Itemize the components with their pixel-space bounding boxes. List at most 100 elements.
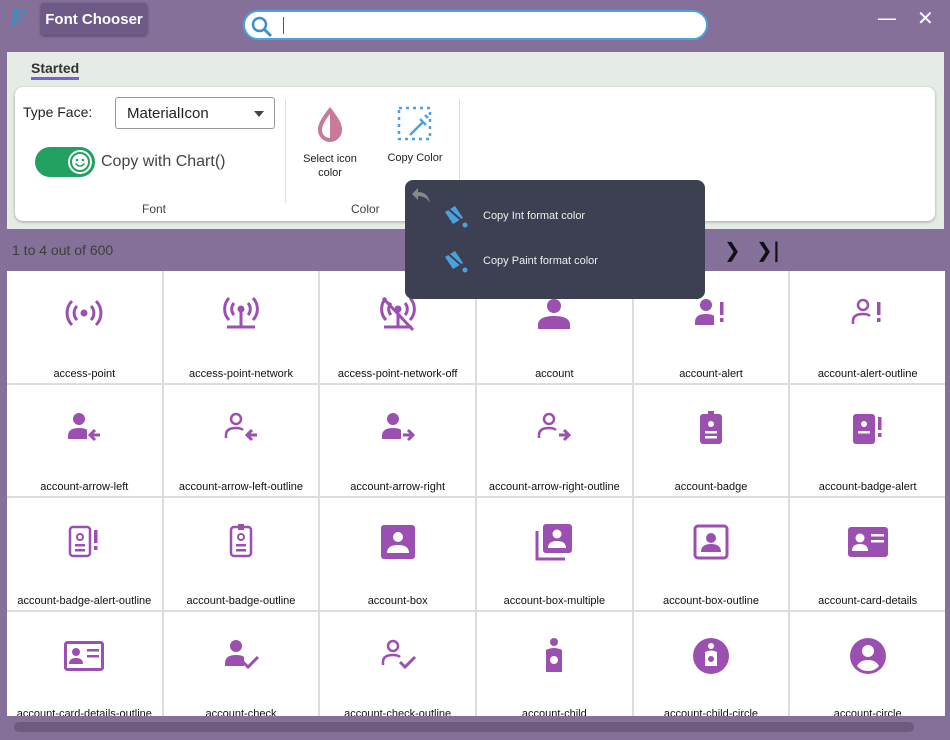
divider bbox=[285, 99, 286, 203]
icon-cell[interactable]: account-check bbox=[163, 611, 319, 716]
account-arrow-right-outline-icon bbox=[538, 412, 572, 441]
account-alert-icon bbox=[694, 299, 724, 325]
icon-cell[interactable]: account-circle bbox=[790, 611, 945, 716]
account-badge-alert-outline-icon bbox=[69, 525, 98, 558]
icon-cell[interactable]: access-point-network bbox=[163, 271, 319, 383]
icon-name: account-box-multiple bbox=[503, 594, 606, 607]
icon-cell[interactable]: account-arrow-left-outline bbox=[163, 384, 319, 496]
icon-name: access-point bbox=[53, 367, 116, 380]
account-card-details-icon bbox=[847, 527, 888, 557]
account-child-circle-icon bbox=[692, 637, 729, 674]
icon-name: account-badge-outline bbox=[186, 594, 296, 607]
copy-color-menu: Copy Int format color Copy Paint format … bbox=[405, 180, 705, 299]
icon-name: account-card-details-outline bbox=[16, 708, 152, 716]
select-icon-color-button[interactable]: Select icon color bbox=[295, 105, 365, 180]
smiley-icon bbox=[68, 150, 92, 174]
font-chooser-button[interactable]: Font Chooser bbox=[41, 3, 147, 35]
menu-item-copy-int[interactable]: Copy Int format color bbox=[441, 202, 585, 230]
chevron-down-icon bbox=[254, 111, 264, 122]
paint-bucket-icon bbox=[443, 249, 468, 273]
icon-cell[interactable]: access-point bbox=[7, 271, 162, 383]
color-drop-icon bbox=[317, 107, 343, 142]
icon-cell[interactable]: account-child-circle bbox=[633, 611, 789, 716]
icon-name: account bbox=[535, 367, 574, 380]
menu-item-copy-paint[interactable]: Copy Paint format color bbox=[441, 247, 598, 275]
icon-name: account-badge-alert-outline bbox=[17, 594, 152, 607]
eyedropper-icon bbox=[397, 106, 432, 141]
icon-name: account-arrow-left-outline bbox=[178, 481, 304, 493]
menu-item-label: Copy Paint format color bbox=[483, 255, 598, 267]
icon-name: account-arrow-right bbox=[350, 481, 446, 493]
icon-name: account-child bbox=[521, 708, 587, 716]
icon-name: account-check-outline bbox=[344, 708, 452, 716]
minimize-button[interactable]: — bbox=[877, 6, 897, 30]
tab-started[interactable]: Started bbox=[31, 60, 80, 80]
color-group-label: Color bbox=[351, 202, 380, 216]
toggle-label: Copy with Chart() bbox=[101, 153, 226, 170]
last-page-button[interactable]: ❯| bbox=[756, 238, 780, 262]
icon-cell[interactable]: account-arrow-left bbox=[7, 384, 162, 496]
icon-name: account-card-details bbox=[818, 594, 918, 607]
copy-color-label: Copy Color bbox=[387, 152, 443, 164]
paint-bucket-icon bbox=[443, 204, 468, 228]
icon-cell[interactable]: account-box-outline bbox=[633, 498, 789, 610]
menu-item-label: Copy Int format color bbox=[483, 210, 586, 222]
icon-name: access-point-network bbox=[189, 367, 293, 380]
access-point-network-icon bbox=[223, 296, 259, 329]
icon-cell[interactable]: account-box bbox=[320, 498, 475, 610]
icon-cell[interactable]: account-child bbox=[477, 611, 632, 716]
icon-cell[interactable]: account-badge bbox=[633, 384, 789, 496]
icon-name: account-badge bbox=[674, 481, 748, 493]
icon-cell[interactable]: account-arrow-right bbox=[320, 384, 475, 496]
account-check-outline-icon bbox=[381, 639, 416, 669]
account-circle-icon bbox=[849, 637, 886, 674]
back-arrow-icon[interactable] bbox=[410, 186, 432, 204]
icon-name: account-arrow-left bbox=[40, 481, 129, 493]
select-icon-label-1: Select icon bbox=[303, 153, 357, 165]
search-input[interactable] bbox=[243, 10, 708, 40]
account-box-icon bbox=[380, 525, 415, 559]
account-child-icon bbox=[546, 637, 563, 672]
account-alert-outline-icon bbox=[851, 298, 881, 324]
icon-cell[interactable]: account-badge-alert bbox=[790, 384, 945, 496]
account-box-outline-icon bbox=[693, 524, 729, 560]
icon-cell[interactable]: account-arrow-right-outline bbox=[477, 384, 632, 496]
account-box-multiple-icon bbox=[535, 524, 573, 561]
select-icon-label-2: color bbox=[318, 167, 342, 179]
copy-with-chart-toggle[interactable] bbox=[35, 147, 95, 177]
account-icon bbox=[538, 299, 571, 329]
account-arrow-left-icon bbox=[68, 412, 101, 441]
icon-name: account-box-outline bbox=[662, 594, 759, 607]
icon-grid: access-point access-point-network access-p… bbox=[7, 271, 945, 716]
icon-cell[interactable]: account-card-details bbox=[790, 498, 945, 610]
icon-cell[interactable]: account-check-outline bbox=[320, 611, 475, 716]
icon-cell[interactable]: account-card-details-outline bbox=[7, 611, 162, 716]
icon-name: account-alert-outline bbox=[817, 367, 918, 380]
typeface-select[interactable]: MaterialIcon bbox=[115, 97, 275, 129]
access-point-network-off-icon bbox=[379, 296, 416, 332]
icon-name: account-child-circle bbox=[663, 708, 759, 716]
icon-cell[interactable]: account-badge-alert-outline bbox=[7, 498, 162, 610]
horizontal-scrollbar[interactable] bbox=[14, 722, 914, 732]
account-arrow-left-outline-icon bbox=[224, 412, 257, 441]
account-arrow-right-icon bbox=[381, 412, 415, 441]
typeface-value: MaterialIcon bbox=[127, 105, 209, 122]
icon-name: account-badge-alert bbox=[818, 481, 917, 493]
icon-name: account-box bbox=[367, 594, 428, 607]
icon-cell[interactable]: account-badge-outline bbox=[163, 498, 319, 610]
icon-cell[interactable]: account-alert-outline bbox=[790, 271, 945, 383]
account-check-icon bbox=[224, 639, 260, 669]
icon-cell[interactable]: account-box-multiple bbox=[477, 498, 632, 610]
close-button[interactable]: ✕ bbox=[917, 6, 934, 30]
icon-name: account-alert bbox=[679, 367, 743, 380]
access-point-icon bbox=[65, 299, 103, 327]
account-badge-icon bbox=[699, 410, 722, 444]
icon-name: account-circle bbox=[833, 708, 902, 716]
text-caret bbox=[283, 17, 284, 34]
copy-color-button[interactable]: Copy Color bbox=[380, 105, 450, 164]
page-status: 1 to 4 out of 600 bbox=[12, 242, 114, 258]
app-logo: F bbox=[10, 6, 27, 32]
icon-name: account-arrow-right-outline bbox=[488, 481, 620, 493]
account-badge-alert-icon bbox=[852, 413, 882, 444]
next-page-button[interactable]: ❯ bbox=[724, 238, 741, 262]
